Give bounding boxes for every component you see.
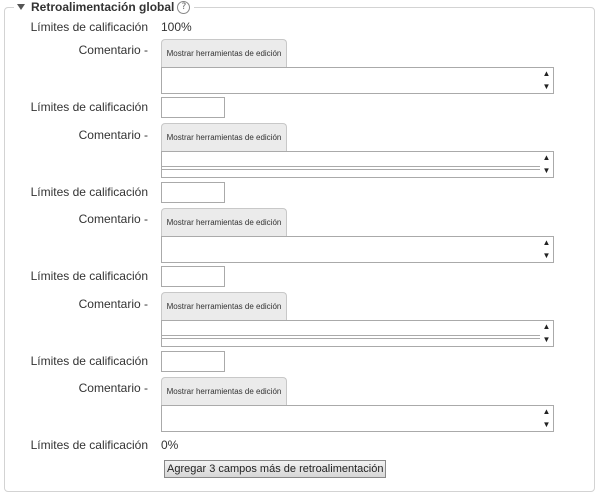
section-title: Retroalimentación global [31, 0, 175, 14]
show-editor-tools-button[interactable]: Mostrar herramientas de edición [161, 123, 287, 151]
scroll-up-icon[interactable]: ▲ [543, 406, 551, 418]
scroll-down-icon[interactable]: ▼ [543, 334, 551, 346]
grade-boundary-label: Límites de calificación [30, 20, 148, 34]
textarea-scrollbar[interactable]: ▲ ▼ [540, 406, 553, 431]
grade-boundary-label: Límites de calificación [30, 354, 148, 368]
scroll-up-icon[interactable]: ▲ [543, 68, 551, 80]
comment-label: Comentario - [78, 43, 148, 57]
comment-label: Comentario - [78, 297, 148, 311]
textarea-scrollbar[interactable]: ▲ ▼ [540, 321, 553, 346]
show-editor-tools-button[interactable]: Mostrar herramientas de edición [161, 39, 287, 67]
comment-label: Comentario - [78, 212, 148, 226]
scroll-down-icon[interactable]: ▼ [543, 81, 551, 93]
grade-boundary-label: Límites de calificación [30, 185, 148, 199]
textarea-scrollbar[interactable]: ▲ ▼ [540, 152, 553, 177]
show-editor-tools-button[interactable]: Mostrar herramientas de edición [161, 377, 287, 405]
feedback-textarea[interactable]: ▲ ▼ [161, 320, 554, 347]
feedback-textarea[interactable]: ▲ ▼ [161, 236, 554, 263]
scroll-down-icon[interactable]: ▼ [543, 250, 551, 262]
add-feedback-fields-button[interactable]: Agregar 3 campos más de retroalimentació… [164, 460, 387, 478]
grade-boundary-value-first: 100% [161, 20, 192, 34]
grade-boundary-value-last: 0% [161, 438, 179, 452]
show-editor-tools-button[interactable]: Mostrar herramientas de edición [161, 208, 287, 236]
grade-boundary-label: Límites de calificación [30, 269, 148, 283]
help-icon[interactable]: ? [177, 0, 191, 14]
feedback-textarea[interactable]: ▲ ▼ [161, 67, 554, 94]
grade-boundary-input[interactable] [161, 97, 225, 118]
comment-label: Comentario - [78, 128, 148, 142]
grade-boundary-input[interactable] [161, 351, 225, 372]
scroll-down-icon[interactable]: ▼ [543, 165, 551, 177]
grade-boundary-label: Límites de calificación [30, 438, 148, 452]
feedback-textarea[interactable]: ▲ ▼ [161, 151, 554, 178]
section-legend[interactable]: Retroalimentación global ? [14, 0, 195, 14]
scroll-up-icon[interactable]: ▲ [543, 321, 551, 333]
textarea-scrollbar[interactable]: ▲ ▼ [540, 237, 553, 262]
textarea-scrollbar[interactable]: ▲ ▼ [540, 68, 553, 93]
scroll-up-icon[interactable]: ▲ [543, 152, 551, 164]
comment-label: Comentario - [78, 381, 148, 395]
feedback-textarea[interactable]: ▲ ▼ [161, 405, 554, 432]
grade-boundary-label: Límites de calificación [30, 100, 148, 114]
scroll-up-icon[interactable]: ▲ [543, 237, 551, 249]
grade-boundary-input[interactable] [161, 182, 225, 203]
collapse-triangle-icon[interactable] [17, 4, 25, 10]
scroll-down-icon[interactable]: ▼ [543, 419, 551, 431]
grade-boundary-input[interactable] [161, 266, 225, 287]
show-editor-tools-button[interactable]: Mostrar herramientas de edición [161, 292, 287, 320]
